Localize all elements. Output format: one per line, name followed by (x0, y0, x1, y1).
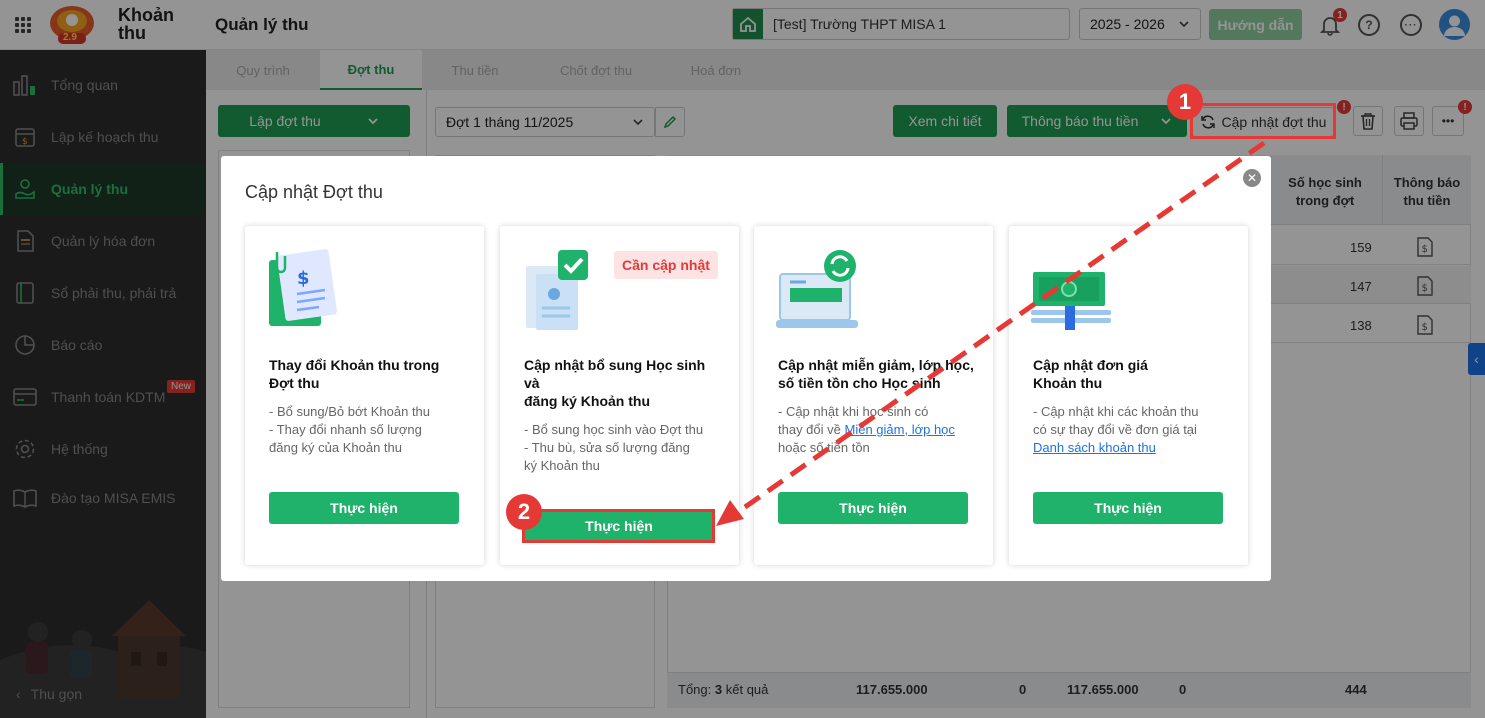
annotation-arrow (716, 140, 1266, 526)
